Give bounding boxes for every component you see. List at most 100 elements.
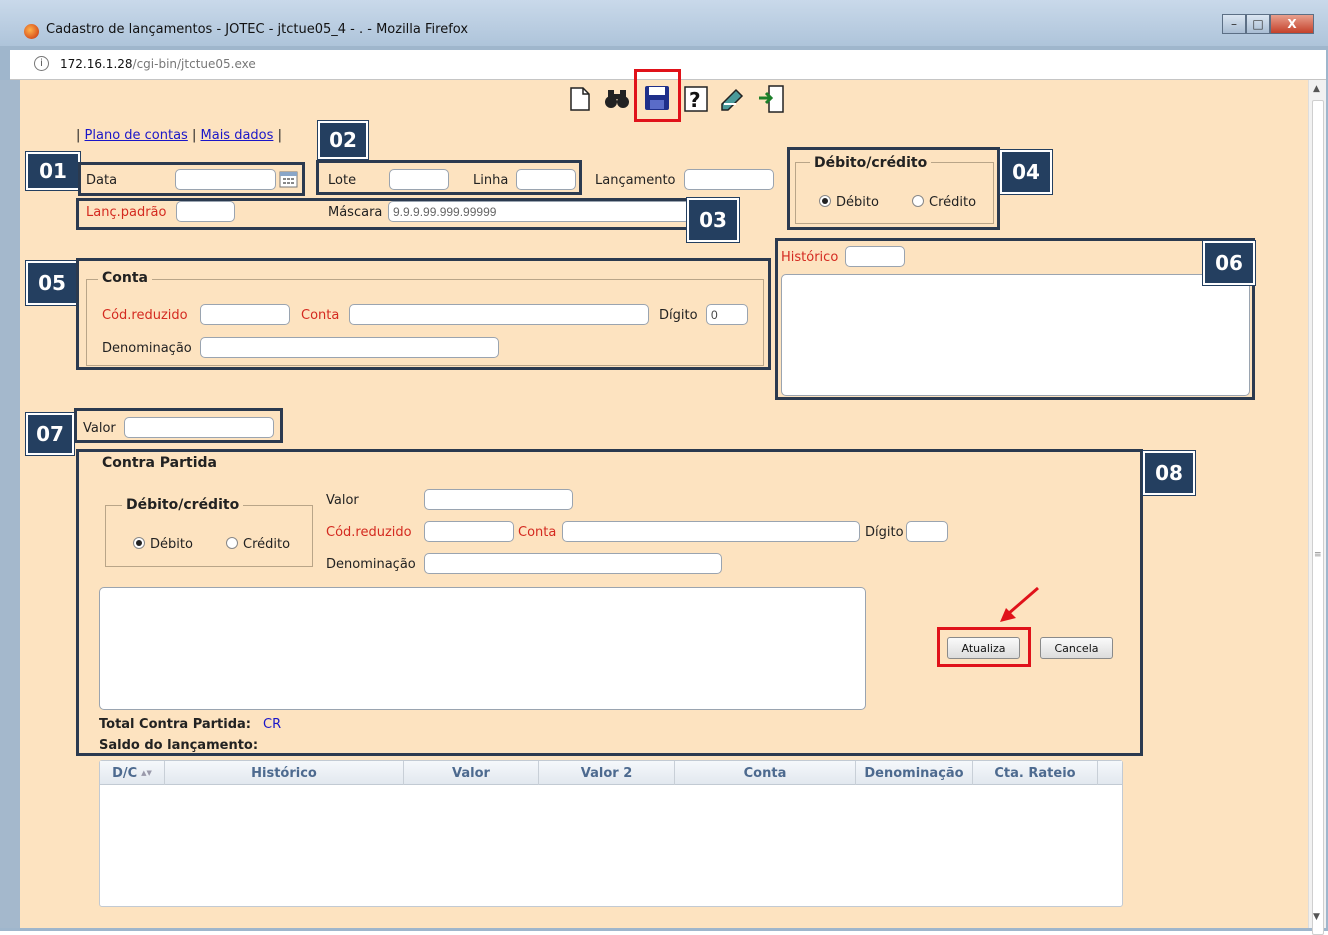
cp-credito-radio[interactable]: Crédito bbox=[226, 537, 290, 552]
col-dc-label: D/C bbox=[112, 765, 138, 781]
badge-06: 06 bbox=[1203, 241, 1255, 285]
maximize-button[interactable]: □ bbox=[1246, 14, 1270, 34]
credito-radio-icon[interactable] bbox=[912, 195, 924, 207]
minimize-button[interactable]: – bbox=[1222, 14, 1246, 34]
cp-debito-credito-legend: Débito/crédito bbox=[122, 497, 244, 513]
cod-reduzido-input[interactable] bbox=[200, 304, 290, 325]
total-contra-partida-label: Total Contra Partida: bbox=[99, 717, 252, 732]
debito-radio-icon[interactable] bbox=[819, 195, 831, 207]
col-valor2[interactable]: Valor 2 bbox=[539, 761, 675, 785]
save-highlight bbox=[634, 69, 681, 122]
col-valor[interactable]: Valor bbox=[404, 761, 539, 785]
lanc-padrao-label: Lanç.padrão bbox=[86, 205, 167, 220]
total-contra-partida-value: CR bbox=[263, 717, 282, 732]
scroll-down-icon[interactable]: ▼ bbox=[1313, 912, 1320, 922]
denominacao-input[interactable] bbox=[200, 337, 499, 358]
contra-partida-legend: Contra Partida bbox=[98, 455, 221, 471]
valor-input[interactable] bbox=[124, 417, 274, 438]
badge-07: 07 bbox=[26, 413, 74, 455]
url-text[interactable]: 172.16.1.28/cgi-bin/jtctue05.exe bbox=[60, 57, 256, 71]
debito-credito-fieldset bbox=[795, 162, 994, 224]
cp-conta-input[interactable] bbox=[562, 521, 860, 542]
links-row: | Plano de contas | Mais dados | bbox=[76, 128, 282, 143]
col-historico[interactable]: Histórico bbox=[165, 761, 404, 785]
saldo-lancamento-label: Saldo do lançamento: bbox=[99, 738, 259, 753]
conta-label: Conta bbox=[301, 308, 340, 323]
exit-icon[interactable] bbox=[757, 84, 784, 113]
plano-de-contas-link[interactable]: Plano de contas bbox=[85, 128, 188, 143]
atualiza-button[interactable]: Atualiza bbox=[947, 637, 1020, 659]
valor-label: Valor bbox=[83, 421, 116, 436]
data-input[interactable] bbox=[175, 169, 276, 190]
cp-valor-input[interactable] bbox=[424, 489, 573, 510]
col-conta[interactable]: Conta bbox=[675, 761, 856, 785]
cp-cod-reduzido-input[interactable] bbox=[424, 521, 514, 542]
conta-legend: Conta bbox=[98, 270, 152, 286]
debito-radio[interactable]: Débito bbox=[819, 195, 879, 210]
mascara-input[interactable] bbox=[388, 201, 690, 222]
cp-debito-credito-fieldset bbox=[105, 505, 313, 567]
help-icon[interactable]: ? bbox=[684, 86, 708, 112]
lote-label: Lote bbox=[328, 173, 357, 188]
scroll-grip-icon: ≡ bbox=[1314, 550, 1322, 560]
historico-code-input[interactable] bbox=[845, 246, 905, 267]
digito-input[interactable] bbox=[706, 304, 748, 325]
digito-label: Dígito bbox=[659, 308, 698, 323]
cp-denominacao-label: Denominação bbox=[326, 557, 416, 572]
linha-label: Linha bbox=[473, 173, 509, 188]
badge-01: 01 bbox=[26, 152, 80, 190]
cp-historico-textarea[interactable] bbox=[99, 587, 866, 710]
lancamento-input[interactable] bbox=[684, 169, 774, 190]
cp-digito-label: Dígito bbox=[865, 525, 904, 540]
scroll-thumb[interactable] bbox=[1312, 100, 1324, 935]
badge-02: 02 bbox=[318, 121, 368, 159]
cp-credito-label: Crédito bbox=[243, 537, 291, 552]
credito-label: Crédito bbox=[929, 195, 977, 210]
credito-radio[interactable]: Crédito bbox=[912, 195, 976, 210]
cp-debito-radio[interactable]: Débito bbox=[133, 537, 193, 552]
table-header: D/C ▲▼ Histórico Valor Valor 2 Conta Deno… bbox=[100, 761, 1122, 785]
search-binoculars-icon[interactable] bbox=[604, 86, 629, 112]
col-denominacao[interactable]: Denominação bbox=[856, 761, 973, 785]
new-document-icon[interactable] bbox=[568, 86, 592, 112]
close-button[interactable]: X bbox=[1270, 14, 1314, 34]
lancamentos-table: D/C ▲▼ Histórico Valor Valor 2 Conta Deno… bbox=[99, 760, 1123, 907]
linha-input[interactable] bbox=[516, 169, 576, 190]
denominacao-label: Denominação bbox=[102, 341, 192, 356]
firefox-logo-icon bbox=[24, 24, 39, 39]
scroll-up-icon[interactable]: ▲ bbox=[1313, 84, 1320, 94]
cod-reduzido-label: Cód.reduzido bbox=[102, 308, 188, 323]
cp-denominacao-input[interactable] bbox=[424, 553, 722, 574]
lote-input[interactable] bbox=[389, 169, 449, 190]
data-label: Data bbox=[86, 173, 118, 188]
cp-cod-reduzido-label: Cód.reduzido bbox=[326, 525, 412, 540]
badge-08: 08 bbox=[1143, 451, 1195, 495]
svg-text:?: ? bbox=[689, 88, 701, 112]
historico-label: Histórico bbox=[781, 250, 839, 265]
col-cta-rateio[interactable]: Cta. Rateio bbox=[973, 761, 1098, 785]
conta-input[interactable] bbox=[349, 304, 649, 325]
mais-dados-link[interactable]: Mais dados bbox=[201, 128, 274, 143]
separator: | bbox=[277, 128, 282, 143]
historico-textarea[interactable] bbox=[781, 274, 1250, 396]
sort-icon[interactable]: ▲▼ bbox=[141, 769, 152, 777]
cp-digito-input[interactable] bbox=[906, 521, 948, 542]
debito-label: Débito bbox=[836, 195, 879, 210]
cp-valor-label: Valor bbox=[326, 493, 359, 508]
cp-credito-radio-icon[interactable] bbox=[226, 537, 238, 549]
lanc-padrao-input[interactable] bbox=[176, 201, 235, 222]
vertical-scrollbar[interactable]: ▲ ≡ ▼ bbox=[1308, 80, 1326, 935]
separator: | bbox=[76, 128, 81, 143]
lancamento-label: Lançamento bbox=[595, 173, 676, 188]
calendar-icon[interactable] bbox=[279, 170, 298, 188]
title-bar: Cadastro de lançamentos - JOTEC - jtctue… bbox=[0, 0, 1328, 46]
badge-03: 03 bbox=[687, 198, 739, 242]
cp-debito-radio-icon[interactable] bbox=[133, 537, 145, 549]
badge-04: 04 bbox=[1000, 150, 1052, 194]
site-info-icon[interactable]: i bbox=[34, 56, 49, 71]
edit-icon[interactable] bbox=[720, 86, 744, 112]
col-dc[interactable]: D/C ▲▼ bbox=[100, 761, 165, 785]
mascara-label: Máscara bbox=[328, 205, 383, 220]
pointer-arrow-icon bbox=[996, 586, 1042, 626]
cancela-button[interactable]: Cancela bbox=[1040, 637, 1113, 659]
